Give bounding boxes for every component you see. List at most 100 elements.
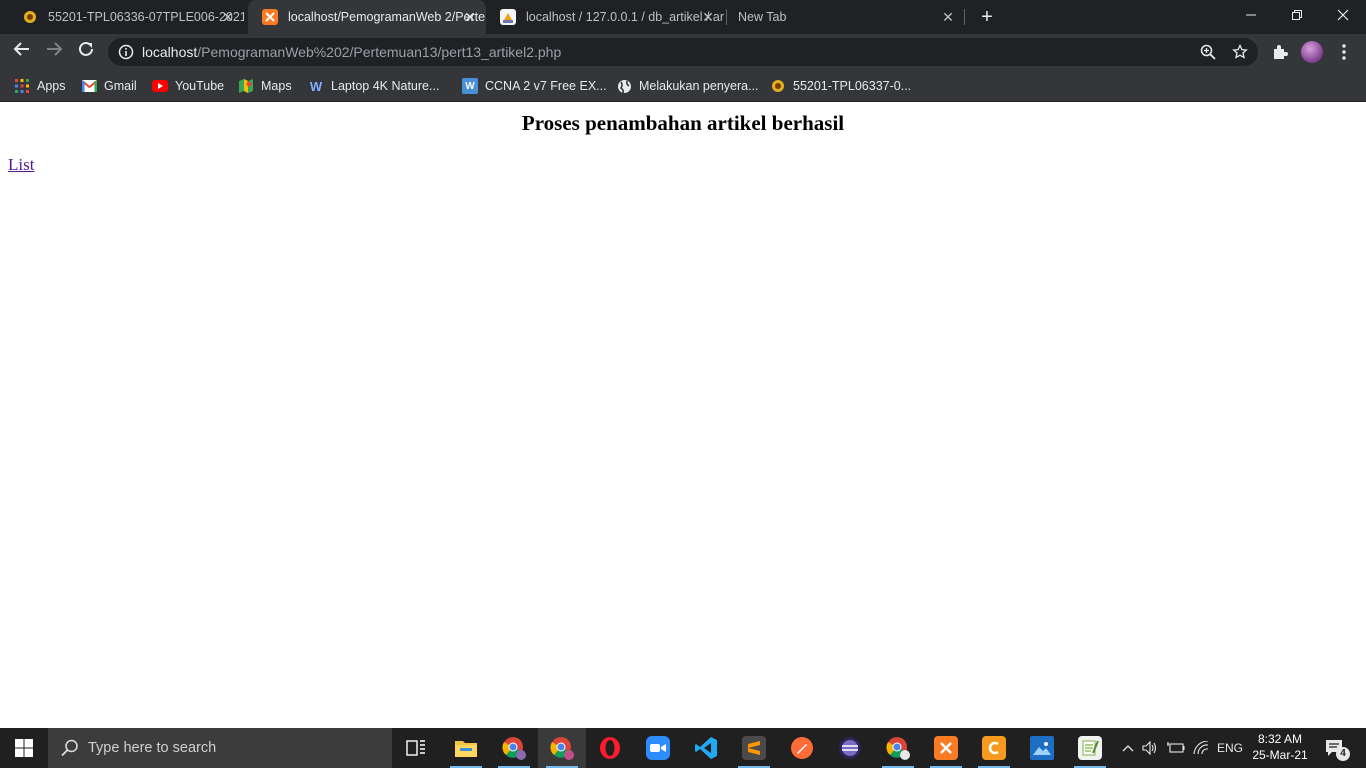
taskbar-search-box[interactable]: Type here to search — [48, 728, 392, 768]
battery-button[interactable] — [1164, 728, 1188, 768]
bookmark-label: YouTube — [175, 79, 225, 93]
xampp-icon — [934, 736, 958, 760]
bookmark-laptop-4k[interactable]: W Laptop 4K Nature... — [308, 76, 440, 96]
bookmark-label: CCNA 2 v7 Free EX... — [485, 79, 607, 93]
taskbar-chrome-active[interactable] — [538, 728, 586, 768]
sublime-text-icon — [742, 736, 766, 760]
page-heading: Proses penambahan artikel berhasil — [521, 111, 845, 135]
taskbar-zoom[interactable] — [634, 728, 682, 768]
browser-toolbar: localhost/PemogramanWeb%202/Pertemuan13/… — [0, 34, 1366, 70]
action-center-button[interactable]: 4 — [1318, 728, 1352, 768]
phpmyadmin-icon — [500, 9, 516, 25]
w-site-icon: W — [462, 78, 478, 94]
orange-app-icon — [982, 736, 1006, 760]
language-label: ENG — [1216, 741, 1243, 755]
url-host: localhost — [142, 44, 198, 60]
close-window-button[interactable] — [1320, 0, 1366, 30]
taskbar-yellow-app[interactable] — [970, 728, 1018, 768]
taskbar-vscode[interactable] — [682, 728, 730, 768]
clock-time: 8:32 AM — [1257, 732, 1303, 746]
extensions-puzzle-icon[interactable] — [1270, 42, 1290, 62]
close-tab-icon[interactable]: ✕ — [940, 9, 956, 25]
zoom-app-icon — [646, 736, 670, 760]
taskbar-photos[interactable] — [1018, 728, 1066, 768]
tab-divider — [964, 9, 965, 25]
wifi-icon — [1193, 741, 1209, 755]
zoom-icon[interactable] — [1200, 44, 1216, 60]
profile-avatar[interactable] — [1301, 41, 1323, 63]
taskbar-file-explorer[interactable] — [442, 728, 490, 768]
tab-active-localhost[interactable]: localhost/PemogramanWeb 2/Pertemuan13/pe… — [248, 0, 486, 34]
bookmark-label: Maps — [261, 79, 292, 93]
chrome-icon — [886, 737, 910, 760]
bookmark-label: 55201-TPL06337-0... — [793, 79, 912, 93]
xampp-icon — [262, 9, 278, 25]
minimize-button[interactable] — [1228, 0, 1274, 30]
taskbar-xampp[interactable] — [922, 728, 970, 768]
bookmark-gmail[interactable]: Gmail — [81, 76, 137, 96]
taskbar-notepad-plus[interactable] — [1066, 728, 1114, 768]
bookmark-ccna[interactable]: W CCNA 2 v7 Free EX... — [462, 76, 607, 96]
close-tab-icon[interactable]: ✕ — [462, 9, 478, 25]
bookmarks-bar: Apps Gmail YouTube Maps W Laptop 4K Natu… — [0, 70, 1366, 102]
forward-button[interactable] — [42, 40, 66, 64]
close-icon — [1337, 9, 1349, 21]
bookmark-youtube[interactable]: YouTube — [152, 76, 224, 96]
menu-dots-icon[interactable] — [1334, 42, 1354, 62]
chevron-up-icon — [1122, 745, 1134, 752]
web-page-content: Proses penambahan artikel berhasil List — [0, 103, 1366, 728]
notification-count-badge: 4 — [1336, 747, 1350, 761]
bookmark-label: Melakukan penyera... — [639, 79, 759, 93]
tab-title: localhost/PemogramanWeb 2/Pertemuan13/pe… — [288, 10, 486, 24]
notepad-plus-icon — [1078, 736, 1102, 760]
speaker-icon — [1142, 741, 1157, 755]
close-tab-icon[interactable]: ✕ — [700, 9, 716, 25]
close-tab-icon[interactable]: ✕ — [220, 9, 236, 25]
taskbar-eclipse[interactable] — [826, 728, 874, 768]
search-icon — [61, 739, 78, 757]
tab-new-tab[interactable]: New Tab ✕ — [724, 0, 964, 34]
reload-icon — [79, 41, 93, 56]
input-language-indicator[interactable]: ENG — [1214, 728, 1246, 768]
tab-phpmyadmin[interactable]: localhost / 127.0.0.1 / db_artikel / art… — [486, 0, 724, 34]
bookmark-melakukan[interactable]: Melakukan penyera... — [616, 76, 759, 96]
url-path: /PemogramanWeb%202/Pertemuan13/pert13_ar… — [197, 44, 562, 60]
restore-button[interactable] — [1274, 0, 1320, 30]
tab-pamulang[interactable]: 55201-TPL06336-07TPLE006-2021 ✕ — [8, 0, 244, 34]
bookmark-apps[interactable]: Apps — [14, 76, 66, 96]
photos-icon — [1030, 736, 1054, 760]
taskbar-clock[interactable]: 8:32 AM 25-Mar-21 — [1250, 731, 1310, 763]
volume-button[interactable] — [1140, 728, 1160, 768]
taskbar-chrome-profile[interactable] — [490, 728, 538, 768]
chrome-icon — [502, 737, 526, 760]
site-info-icon[interactable] — [118, 44, 134, 60]
reload-button[interactable] — [74, 40, 98, 64]
file-explorer-icon — [455, 741, 477, 757]
restore-icon — [1292, 10, 1302, 20]
taskbar-sublime[interactable] — [730, 728, 778, 768]
show-hidden-icons-button[interactable] — [1118, 728, 1138, 768]
back-arrow-icon — [13, 42, 29, 56]
back-button[interactable] — [10, 40, 34, 64]
wifi-button[interactable] — [1190, 728, 1212, 768]
vscode-icon — [695, 737, 717, 759]
list-link[interactable]: List — [8, 155, 34, 175]
minimize-icon — [1246, 14, 1256, 16]
task-view-button[interactable] — [392, 728, 440, 768]
bookmark-star-icon[interactable] — [1232, 44, 1248, 60]
bookmark-55201-tpl06337[interactable]: 55201-TPL06337-0... — [770, 76, 911, 96]
taskbar-opera[interactable] — [586, 728, 634, 768]
chrome-icon — [550, 737, 574, 760]
tab-title: New Tab — [738, 10, 787, 24]
opera-icon — [600, 737, 620, 759]
taskbar-postman[interactable] — [778, 728, 826, 768]
new-tab-button[interactable]: + — [976, 6, 998, 28]
bookmark-maps[interactable]: Maps — [238, 76, 292, 96]
taskbar-chrome-other[interactable] — [874, 728, 922, 768]
start-button[interactable] — [0, 728, 48, 768]
apps-grid-icon — [14, 78, 30, 94]
forward-arrow-icon — [47, 42, 63, 56]
browser-tab-strip: 55201-TPL06336-07TPLE006-2021 ✕ localhos… — [0, 0, 1366, 34]
clock-date: 25-Mar-21 — [1252, 748, 1308, 762]
address-bar[interactable]: localhost/PemogramanWeb%202/Pertemuan13/… — [108, 38, 1258, 66]
